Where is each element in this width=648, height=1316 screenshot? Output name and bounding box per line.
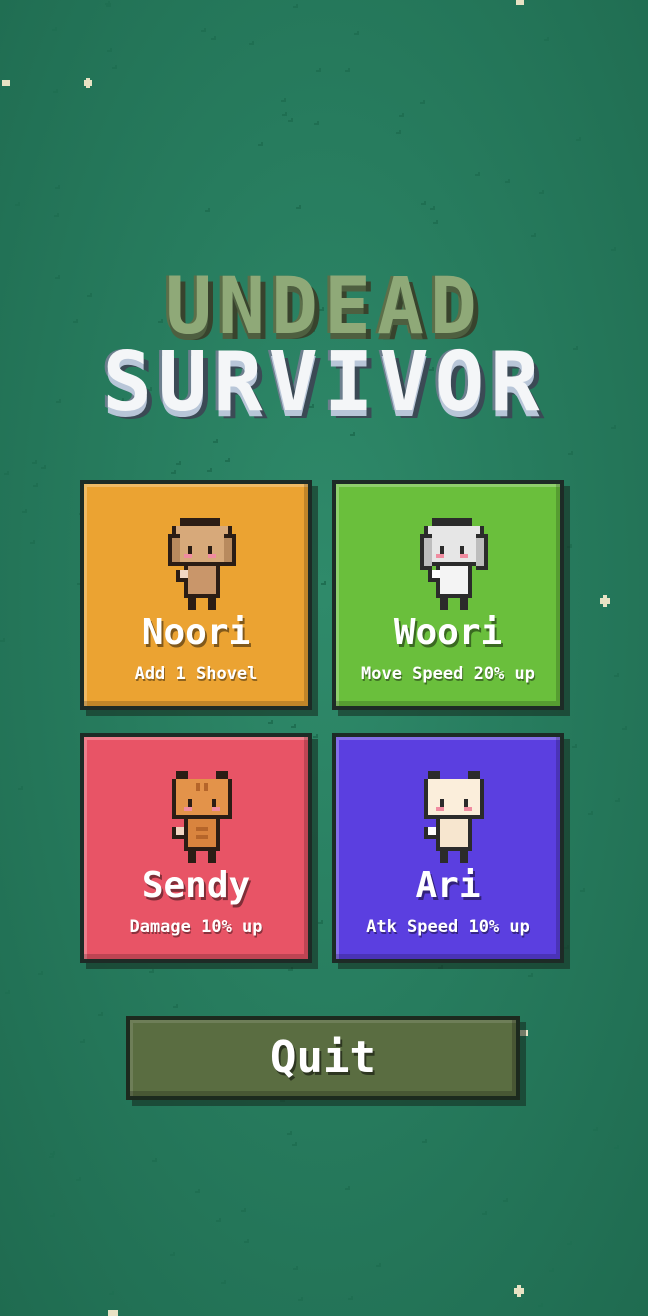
quit-button[interactable]: Quit xyxy=(126,1016,520,1100)
character-name: Sendy xyxy=(141,865,251,906)
character-ability: Atk Speed 10% up xyxy=(366,917,530,937)
character-card-noori[interactable]: Noori Add 1 Shovel xyxy=(80,480,312,710)
character-ability: Damage 10% up xyxy=(129,917,263,937)
character-card-sendy[interactable]: Sendy Damage 10% up xyxy=(80,733,312,963)
brown-dog-icon xyxy=(168,518,236,610)
character-card-woori[interactable]: Woori Move Speed 20% up xyxy=(332,480,564,710)
title-survivor: SURVIVOR xyxy=(102,335,546,430)
orange-cat-icon xyxy=(172,771,232,863)
character-name: Ari xyxy=(415,865,481,906)
character-ability: Move Speed 20% up xyxy=(361,664,535,684)
character-ability: Add 1 Shovel xyxy=(134,664,258,684)
character-name: Woori xyxy=(393,612,503,653)
white-dog-icon xyxy=(420,518,488,610)
character-card-ari[interactable]: Ari Atk Speed 10% up xyxy=(332,733,564,963)
game-title: UNDEAD SURVIVOR xyxy=(0,268,648,424)
character-name: Noori xyxy=(141,612,251,653)
cream-cat-icon xyxy=(424,771,484,863)
